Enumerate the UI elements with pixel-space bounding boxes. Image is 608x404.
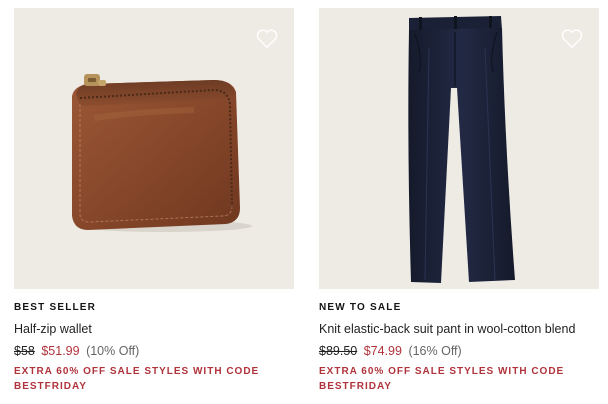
product-title-link[interactable]: Half-zip wallet xyxy=(14,321,294,337)
price-original: $58 xyxy=(14,344,35,358)
promo-code: BESTFRIDAY xyxy=(14,381,87,392)
product-badge: NEW TO SALE xyxy=(319,302,402,313)
promo-line-1: EXTRA 60% OFF SALE STYLES WITH CODE xyxy=(319,366,565,377)
product-card: BEST SELLER Half-zip wallet $58 $51.99 (… xyxy=(14,0,294,392)
price-line: $89.50 $74.99 (16% Off) xyxy=(319,343,608,359)
price-line: $58 $51.99 (10% Off) xyxy=(14,343,294,359)
heart-icon[interactable] xyxy=(559,25,585,51)
product-image-link[interactable] xyxy=(319,8,599,289)
wallet-image xyxy=(72,74,252,232)
price-sale: $51.99 xyxy=(41,344,80,358)
promo-message: EXTRA 60% OFF SALE STYLES WITH CODE BEST… xyxy=(319,364,608,394)
promo-message: EXTRA 60% OFF SALE STYLES WITH CODE BEST… xyxy=(14,364,294,394)
product-grid: BEST SELLER Half-zip wallet $58 $51.99 (… xyxy=(0,0,608,404)
price-sale: $74.99 xyxy=(363,344,402,358)
price-original: $89.50 xyxy=(319,344,358,358)
product-card: NEW TO SALE Knit elastic-back suit pant … xyxy=(319,0,608,392)
product-info: NEW TO SALE Knit elastic-back suit pant … xyxy=(319,297,608,394)
product-badge: BEST SELLER xyxy=(14,302,97,313)
promo-code: BESTFRIDAY xyxy=(319,381,392,392)
price-discount: (16% Off) xyxy=(408,344,462,358)
price-discount: (10% Off) xyxy=(86,344,140,358)
pants-image xyxy=(408,16,515,283)
product-image-link[interactable] xyxy=(14,8,294,289)
product-title-link[interactable]: Knit elastic-back suit pant in wool-cott… xyxy=(319,321,608,337)
promo-line-1: EXTRA 60% OFF SALE STYLES WITH CODE xyxy=(14,366,260,377)
heart-icon[interactable] xyxy=(254,25,280,51)
product-info: BEST SELLER Half-zip wallet $58 $51.99 (… xyxy=(14,297,294,394)
